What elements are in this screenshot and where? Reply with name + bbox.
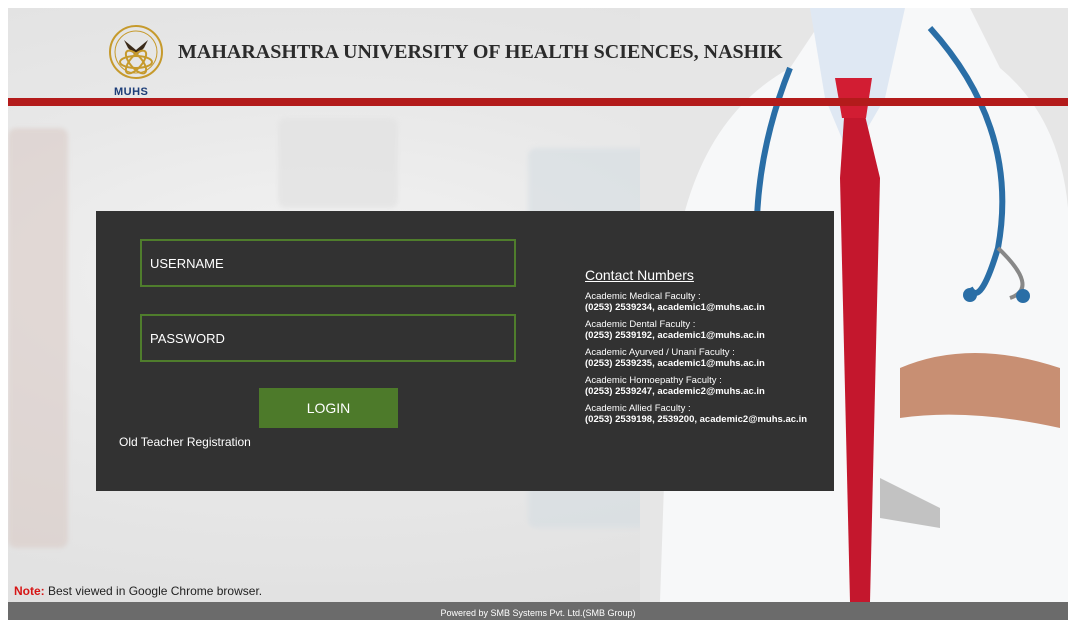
login-button[interactable]: LOGIN xyxy=(259,388,398,428)
contact-detail: (0253) 2539198, 2539200, academic2@muhs.… xyxy=(585,414,808,425)
header-divider xyxy=(8,98,1068,106)
username-input[interactable] xyxy=(140,239,516,287)
contact-item-allied: Academic Allied Faculty : (0253) 2539198… xyxy=(585,403,825,425)
page-title: MAHARASHTRA UNIVERSITY OF HEALTH SCIENCE… xyxy=(178,41,783,63)
old-teacher-registration-link[interactable]: Old Teacher Registration xyxy=(119,435,251,449)
contact-item-dental: Academic Dental Faculty : (0253) 2539192… xyxy=(585,319,825,341)
browser-note: Note: Best viewed in Google Chrome brows… xyxy=(14,584,262,598)
contact-item-medical: Academic Medical Faculty : (0253) 253923… xyxy=(585,291,825,313)
contact-label: Academic Allied Faculty : xyxy=(585,403,691,414)
contact-detail: (0253) 2539234, academic1@muhs.ac.in xyxy=(585,302,765,313)
login-panel: LOGIN Old Teacher Registration Contact N… xyxy=(96,211,834,491)
logo-text: MUHS xyxy=(114,86,149,98)
header: MUHS MAHARASHTRA UNIVERSITY OF HEALTH SC… xyxy=(8,8,1068,98)
contact-label: Academic Homoepathy Faculty : xyxy=(585,375,722,386)
contact-numbers-heading: Contact Numbers xyxy=(585,267,694,283)
contact-item-ayurved: Academic Ayurved / Unani Faculty : (0253… xyxy=(585,347,825,369)
contact-label: Academic Ayurved / Unani Faculty : xyxy=(585,347,735,358)
contact-label: Academic Medical Faculty : xyxy=(585,291,701,302)
contact-detail: (0253) 2539192, academic1@muhs.ac.in xyxy=(585,330,765,341)
contact-detail: (0253) 2539247, academic2@muhs.ac.in xyxy=(585,386,765,397)
note-label: Note: xyxy=(14,584,45,598)
contact-detail: (0253) 2539235, academic1@muhs.ac.in xyxy=(585,358,765,369)
password-input[interactable] xyxy=(140,314,516,362)
contact-item-homoepathy: Academic Homoepathy Faculty : (0253) 253… xyxy=(585,375,825,397)
footer-text: Powered by SMB Systems Pvt. Ltd.(SMB Gro… xyxy=(440,608,636,618)
note-text: Best viewed in Google Chrome browser. xyxy=(44,584,263,598)
footer: Powered by SMB Systems Pvt. Ltd.(SMB Gro… xyxy=(8,602,1068,620)
contact-numbers: Contact Numbers Academic Medical Faculty… xyxy=(585,267,825,431)
contact-label: Academic Dental Faculty : xyxy=(585,319,696,330)
